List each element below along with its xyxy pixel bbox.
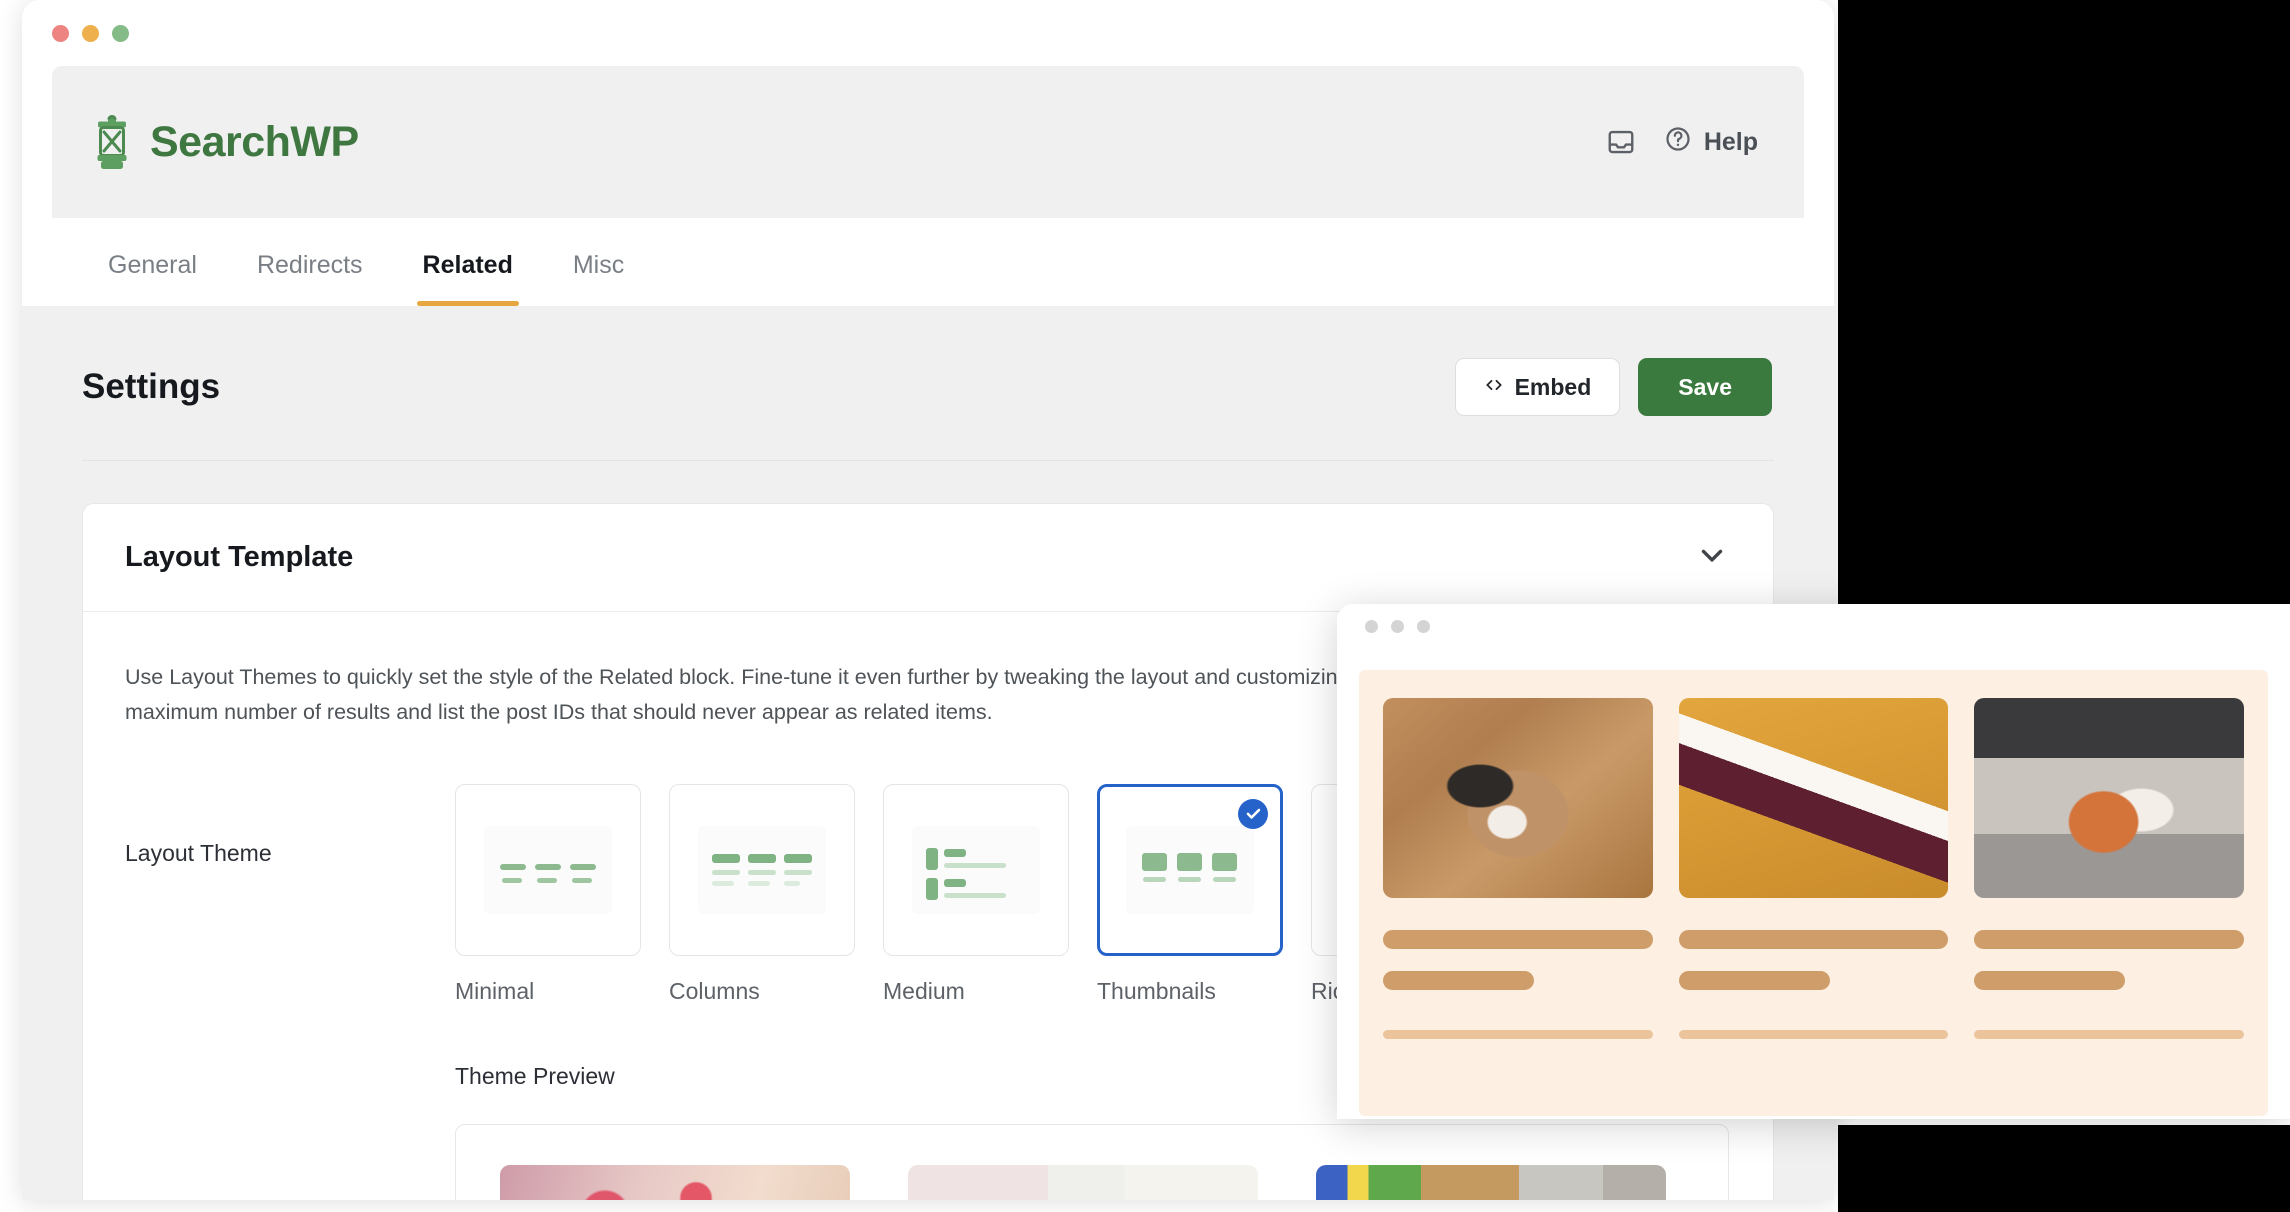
maximize-button[interactable] [112,25,129,42]
embed-label: Embed [1515,374,1592,401]
related-item[interactable] [1974,698,2244,1039]
preview-item [500,1165,850,1200]
theme-name: Columns [669,978,855,1005]
theme-thumbnail-thumbnails [1126,826,1254,914]
lantern-icon [88,112,136,172]
related-block-preview [1359,670,2268,1116]
window-titlebar [22,0,1834,66]
related-items-grid [1383,698,2244,1039]
help-button[interactable]: Help [1664,125,1758,160]
floating-preview-window [1337,604,2290,1119]
theme-card[interactable] [669,784,855,956]
theme-thumbnail-columns [698,826,826,914]
settings-header-row: Settings Embed Save [22,306,1834,416]
preview-image-colorful-food [1316,1165,1666,1200]
title-placeholder-bar [1679,930,1949,949]
theme-option-columns[interactable]: Columns [669,784,855,1005]
theme-option-minimal[interactable]: Minimal [455,784,641,1005]
footer-placeholder-bar [1974,1030,2244,1039]
meta-placeholder-bar [1383,971,1534,990]
help-label: Help [1704,128,1758,157]
traffic-lights [36,25,129,42]
related-item[interactable] [1679,698,1949,1039]
title-placeholder-bar [1383,930,1653,949]
question-circle-icon [1664,125,1692,160]
code-brackets-icon [1484,374,1504,401]
preview-image-pink-drink [908,1165,1258,1200]
layout-template-header[interactable]: Layout Template [83,504,1773,612]
preview-item [908,1165,1258,1200]
layout-template-title: Layout Template [125,541,353,574]
page-title: Settings [82,367,220,407]
theme-thumbnail-medium [912,826,1040,914]
brand-name: SearchWP [150,118,359,167]
backdrop-right-top [1838,0,2290,604]
footer-placeholder-bar [1383,1030,1653,1039]
theme-name: Thumbnails [1097,978,1283,1005]
save-button[interactable]: Save [1638,358,1772,416]
theme-option-thumbnails[interactable]: Thumbnails [1097,784,1283,1005]
chevron-down-icon[interactable] [1695,538,1729,577]
minimize-button[interactable] [82,25,99,42]
brand-logo[interactable]: SearchWP [88,112,359,172]
meta-placeholder-bar [1974,971,2125,990]
close-dot[interactable] [1365,620,1378,633]
tab-redirects[interactable]: Redirects [227,251,393,306]
check-circle-icon [1238,799,1268,829]
tab-related[interactable]: Related [393,251,543,306]
inbox-tray-icon[interactable] [1606,127,1636,157]
theme-thumbnail-minimal [484,826,612,914]
preview-item [1316,1165,1666,1200]
footer-placeholder-bar [1679,1030,1949,1039]
close-button[interactable] [52,25,69,42]
tab-misc[interactable]: Misc [543,251,654,306]
settings-action-buttons: Embed Save [1455,358,1772,416]
tab-general[interactable]: General [78,251,227,306]
title-placeholder-bar [1974,930,2244,949]
layout-theme-label: Layout Theme [125,784,455,867]
theme-card-selected[interactable] [1097,784,1283,956]
theme-name: Medium [883,978,1069,1005]
preview-image-strawberry-dessert [500,1165,850,1200]
sneaker-image-orange-air-max [1974,698,2244,898]
theme-card[interactable] [883,784,1069,956]
related-item[interactable] [1383,698,1653,1039]
minimize-dot[interactable] [1391,620,1404,633]
app-frame: SearchWP [22,66,1834,306]
floating-window-titlebar [1337,604,2290,648]
header-divider [82,460,1774,461]
theme-card[interactable] [455,784,641,956]
theme-name: Minimal [455,978,641,1005]
theme-preview-box [455,1124,1729,1200]
header-actions: Help [1606,125,1758,160]
backdrop-right-bottom [1838,1125,2290,1212]
theme-option-medium[interactable]: Medium [883,784,1069,1005]
settings-tabs: General Redirects Related Misc [52,218,1804,306]
maximize-dot[interactable] [1417,620,1430,633]
sneaker-image-maroon-vans [1679,698,1949,898]
screenshot-root: SearchWP [0,0,2290,1212]
sneaker-image-tan-air-force [1383,698,1653,898]
embed-button[interactable]: Embed [1455,358,1621,416]
meta-placeholder-bar [1679,971,1830,990]
app-header: SearchWP [52,66,1804,218]
